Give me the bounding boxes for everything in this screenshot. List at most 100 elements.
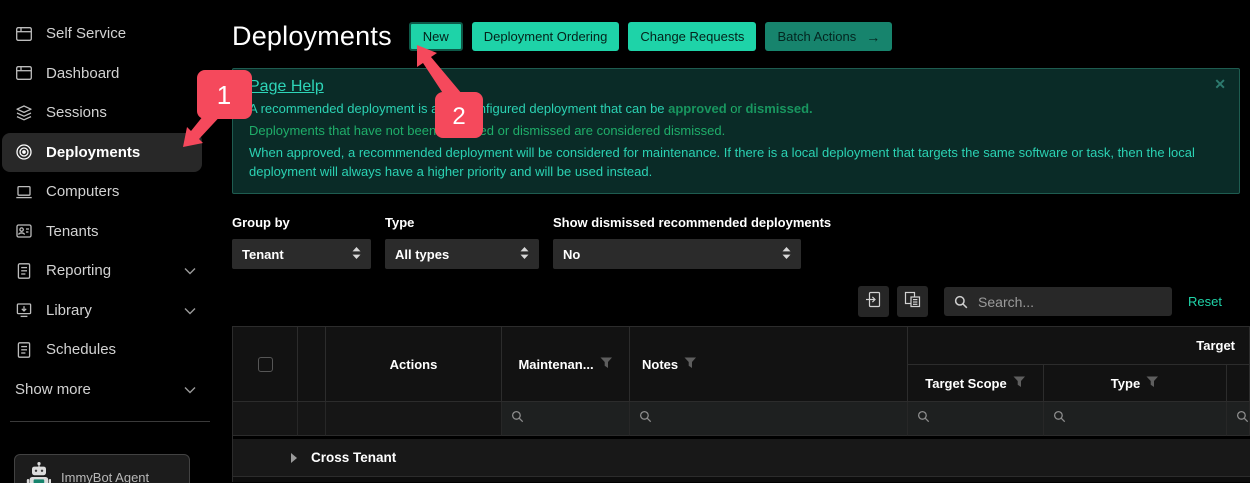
help-line-1: A recommended deployment is a pre-config… — [249, 101, 813, 116]
filter-cell-target-scope[interactable] — [908, 402, 1044, 436]
window-icon — [15, 25, 33, 43]
filter-funnel-icon[interactable] — [1146, 376, 1159, 391]
type-label: Type — [385, 215, 415, 230]
export-icon — [865, 291, 882, 313]
sidebar-item-dashboard[interactable]: Dashboard — [2, 54, 202, 94]
agent-label: ImmyBot Agent — [61, 469, 150, 483]
deployments-table: Actions Maintenan... Notes Target Target… — [232, 326, 1250, 482]
sort-arrows-icon — [352, 246, 361, 262]
column-chooser-button[interactable] — [897, 286, 929, 317]
type-select[interactable]: All types — [385, 239, 539, 269]
laptop-icon — [15, 183, 33, 201]
action-buttons: New Deployment Ordering Change Requests … — [408, 22, 893, 51]
sidebar-item-reporting[interactable]: Reporting — [2, 251, 202, 291]
new-button[interactable]: New — [408, 22, 463, 51]
expand-arrow-icon[interactable] — [290, 452, 298, 464]
column-chooser-icon — [904, 291, 921, 313]
sidebar-item-tenants[interactable]: Tenants — [2, 212, 202, 252]
sidebar-item-label: Library — [46, 301, 92, 319]
sidebar-item-computers[interactable]: Computers — [2, 172, 202, 212]
sidebar-item-label: Computers — [46, 183, 120, 201]
sidebar-item-label: Reporting — [46, 262, 112, 280]
robot-icon — [25, 461, 52, 483]
table-bottom-partial-row — [233, 477, 1250, 482]
select-all-cell — [233, 327, 298, 402]
group-by-select[interactable]: Tenant — [232, 239, 371, 269]
filter-cell-maintenance[interactable] — [502, 402, 630, 436]
main-content: Deployments New Deployment Ordering Chan… — [232, 0, 1250, 483]
sidebar-divider — [10, 421, 210, 422]
title-row: Deployments New Deployment Ordering Chan… — [232, 21, 1250, 52]
batch-actions-button[interactable]: Batch Actions → — [765, 22, 893, 51]
page-help-panel: Page Help A recommended deployment is a … — [232, 68, 1240, 194]
sidebar-item-label: Show more — [15, 380, 91, 398]
annotation-number-1: 1 — [217, 80, 231, 110]
group-by-label: Group by — [232, 215, 290, 230]
type-filter: Type All types — [385, 215, 539, 269]
sidebar-item-show-more[interactable]: Show more — [2, 370, 202, 410]
actions-column-header: Actions — [326, 327, 502, 402]
chevron-down-icon — [184, 381, 196, 398]
table-row[interactable]: Cross Tenant — [233, 439, 1250, 477]
sidebar: Self Service Dashboard Sessions Deployme… — [0, 0, 215, 483]
search-box — [944, 287, 1173, 316]
filter-cell-type[interactable] — [1044, 402, 1227, 436]
search-icon — [1053, 410, 1066, 428]
help-line-3: When approved, a recommended deployment … — [249, 145, 1195, 179]
filter-bar: Group by Tenant Type All types Show dism… — [232, 215, 1250, 269]
show-dismissed-select[interactable]: No — [553, 239, 801, 269]
deployments-page: Self Service Dashboard Sessions Deployme… — [0, 0, 1250, 483]
sidebar-item-deployments[interactable]: Deployments — [2, 132, 202, 172]
sidebar-item-library[interactable]: Library — [2, 291, 202, 331]
right-arrow-icon: → — [866, 28, 881, 45]
search-icon — [917, 410, 930, 428]
filter-cell-notes[interactable] — [630, 402, 908, 436]
sort-arrows-icon — [520, 246, 529, 262]
page-title: Deployments — [232, 21, 392, 51]
close-icon[interactable]: ✕ — [1214, 76, 1226, 93]
target-group-header: Target — [908, 327, 1250, 365]
filter-cell-partial[interactable] — [1227, 402, 1250, 436]
maintenance-column-header: Maintenan... — [502, 327, 630, 402]
filter-funnel-icon[interactable] — [600, 357, 613, 372]
target-icon — [15, 143, 33, 161]
select-all-checkbox[interactable] — [257, 356, 273, 372]
search-input[interactable] — [944, 287, 1173, 316]
filter-funnel-icon[interactable] — [1013, 376, 1026, 391]
sidebar-item-label: Self Service — [46, 25, 127, 43]
window-icon — [15, 64, 33, 82]
filter-cell-select — [233, 402, 298, 436]
show-dismissed-filter: Show dismissed recommended deployments N… — [553, 215, 831, 269]
target-scope-column-header: Target Scope — [908, 365, 1044, 402]
grid-toolbar: Reset — [232, 286, 1250, 317]
immybot-agent-card[interactable]: ImmyBot Agent — [14, 454, 190, 483]
search-icon — [511, 410, 524, 428]
layers-icon — [15, 104, 33, 122]
sidebar-item-label: Deployments — [46, 143, 141, 161]
help-line-2: Deployments that have not been approved … — [249, 123, 726, 138]
id-card-icon — [15, 222, 33, 240]
sidebar-item-self-service[interactable]: Self Service — [2, 14, 202, 54]
chevron-down-icon — [184, 262, 196, 279]
change-requests-button[interactable]: Change Requests — [628, 22, 757, 51]
target-type-column-header: Type — [1044, 365, 1227, 402]
expander-column-header — [298, 327, 326, 402]
filter-funnel-icon[interactable] — [684, 357, 697, 372]
sidebar-item-sessions[interactable]: Sessions — [2, 93, 202, 133]
sidebar-item-label: Dashboard — [46, 64, 120, 82]
deployment-ordering-button[interactable]: Deployment Ordering — [471, 22, 620, 51]
search-icon — [639, 410, 652, 428]
show-dismissed-label: Show dismissed recommended deployments — [553, 215, 832, 230]
search-icon — [1236, 410, 1249, 428]
partial-column-header — [1227, 365, 1250, 402]
notes-column-header: Notes — [630, 327, 908, 402]
export-button[interactable] — [858, 286, 890, 317]
reset-link[interactable]: Reset — [1188, 294, 1222, 309]
group-row-label: Cross Tenant — [311, 450, 397, 465]
report-icon — [15, 262, 33, 280]
filter-cell-expander — [298, 402, 326, 436]
sidebar-item-label: Schedules — [46, 341, 117, 359]
sidebar-item-label: Sessions — [46, 104, 107, 122]
page-help-link[interactable]: Page Help — [249, 78, 324, 96]
sidebar-item-schedules[interactable]: Schedules — [2, 330, 202, 370]
